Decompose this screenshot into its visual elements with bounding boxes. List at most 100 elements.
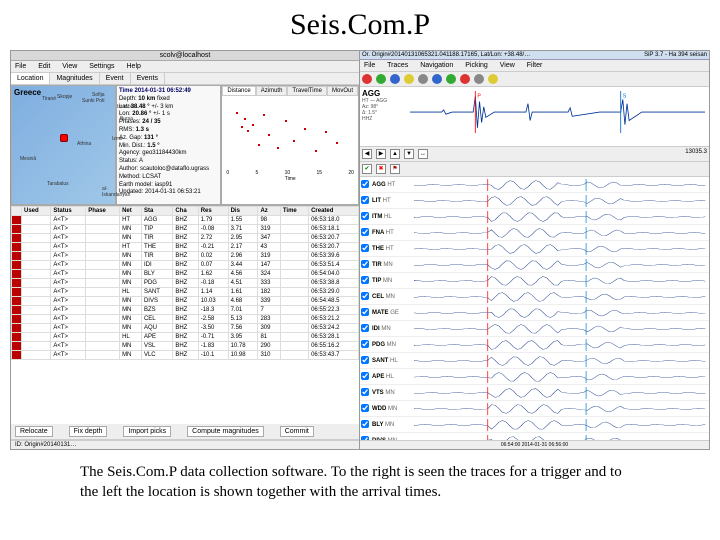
plot-tab-travel[interactable]: TravelTime (287, 86, 327, 96)
rmenu-file[interactable]: File (364, 62, 375, 69)
trace-row[interactable]: TIR MN (360, 257, 709, 273)
plot-tab-distance[interactable]: Distance (222, 86, 255, 96)
nav-next-icon[interactable]: ▶ (376, 149, 386, 159)
trace-row[interactable]: SANT HL (360, 353, 709, 369)
table-row[interactable]: A<T>MNVSLBHZ-1.8310.7829006:55:16.2 (12, 342, 359, 351)
fixdepth-button[interactable]: Fix depth (69, 426, 108, 437)
table-row[interactable]: A<T>MNTIRBHZ0.022.9631906:53:39.6 (12, 252, 359, 261)
trace-row[interactable]: PDG MN (360, 337, 709, 353)
trace-waveform[interactable] (414, 323, 709, 335)
row-selector[interactable] (12, 351, 22, 360)
row-selector[interactable] (12, 288, 22, 297)
flag-icon[interactable]: ⚑ (390, 164, 400, 174)
trace-waveform[interactable] (414, 179, 709, 191)
tab-location[interactable]: Location (11, 73, 50, 84)
epicenter-marker[interactable] (60, 134, 68, 142)
table-row[interactable]: A<T>MNDIVSBHZ10.034.6833906:54:48.5 (12, 297, 359, 306)
row-selector[interactable] (12, 252, 22, 261)
row-selector[interactable] (12, 324, 22, 333)
nav-down-icon[interactable]: ▼ (404, 149, 414, 159)
table-row[interactable]: A<T>HTTHEBHZ-0.212.174306:53:20.7 (12, 243, 359, 252)
row-selector[interactable] (12, 333, 22, 342)
trace-waveform[interactable] (414, 371, 709, 383)
row-selector[interactable] (12, 315, 22, 324)
trace-waveform[interactable] (414, 307, 709, 319)
arrivals-table[interactable]: UsedStatusPhaseNetStaChaResDisAzTimeCrea… (11, 206, 359, 360)
tab-event[interactable]: Event (100, 73, 131, 84)
nav-up-icon[interactable]: ▲ (390, 149, 400, 159)
table-row[interactable]: A<T>MNIDIBHZ0.073.4414706:53:51.4 (12, 261, 359, 270)
table-header[interactable] (12, 207, 22, 216)
trace-checkbox[interactable] (360, 308, 370, 318)
trace-waveform[interactable] (414, 211, 709, 223)
trace-waveform[interactable] (414, 419, 709, 431)
trace-row[interactable]: LIT HT (360, 193, 709, 209)
trace-waveform[interactable] (414, 339, 709, 351)
relocate-button[interactable]: Relocate (15, 426, 53, 437)
trace-waveform[interactable] (414, 259, 709, 271)
map-view[interactable]: Greece TiranëSunki PotiSkopjeSofijaIstan… (11, 85, 116, 205)
table-header[interactable]: Res (198, 207, 228, 216)
trace-row[interactable]: AGG HT (360, 177, 709, 193)
tool-icon[interactable] (418, 74, 428, 84)
menu-settings[interactable]: Settings (89, 63, 114, 70)
table-row[interactable]: A<T>MNCELBHZ-2.585.1328306:53:21.2 (12, 315, 359, 324)
row-selector[interactable] (12, 297, 22, 306)
trace-checkbox[interactable] (360, 420, 370, 430)
trace-checkbox[interactable] (360, 260, 370, 270)
trace-waveform[interactable] (414, 291, 709, 303)
tool-icon[interactable] (474, 74, 484, 84)
row-selector[interactable] (12, 306, 22, 315)
table-header[interactable]: Created (309, 207, 359, 216)
menu-help[interactable]: Help (127, 63, 141, 70)
trace-row[interactable]: VTS MN (360, 385, 709, 401)
trace-checkbox[interactable] (360, 180, 370, 190)
plot-tab-moveout[interactable]: MovOut (327, 86, 358, 96)
tool-icon[interactable] (446, 74, 456, 84)
trace-list[interactable]: AGG HTLIT HTITM HLFNA HTTHE HTTIR MNTIP … (360, 177, 709, 440)
table-header[interactable]: Used (22, 207, 51, 216)
trace-waveform[interactable] (414, 195, 709, 207)
menu-view[interactable]: View (62, 63, 77, 70)
table-header[interactable]: Az (258, 207, 280, 216)
trace-checkbox[interactable] (360, 244, 370, 254)
commit-button[interactable]: Commit (280, 426, 314, 437)
table-header[interactable]: Time (280, 207, 308, 216)
trace-checkbox[interactable] (360, 356, 370, 366)
nav-prev-icon[interactable]: ◀ (362, 149, 372, 159)
trace-checkbox[interactable] (360, 324, 370, 334)
tool-icon[interactable] (362, 74, 372, 84)
tool-icon[interactable] (404, 74, 414, 84)
tool-icon[interactable] (460, 74, 470, 84)
row-selector[interactable] (12, 216, 22, 225)
table-header[interactable]: Sta (141, 207, 172, 216)
rmenu-traces[interactable]: Traces (387, 62, 408, 69)
trace-row[interactable]: IDI MN (360, 321, 709, 337)
table-row[interactable]: A<T>MNTIRBHZ2.722.9534706:53:20.7 (12, 234, 359, 243)
computemag-button[interactable]: Compute magnitudes (187, 426, 264, 437)
trace-checkbox[interactable] (360, 292, 370, 302)
trace-checkbox[interactable] (360, 388, 370, 398)
trace-checkbox[interactable] (360, 276, 370, 286)
row-selector[interactable] (12, 225, 22, 234)
table-row[interactable]: A<T>MNBZSBHZ-18.37.01706:55:22.3 (12, 306, 359, 315)
row-selector[interactable] (12, 279, 22, 288)
table-header[interactable]: Status (51, 207, 86, 216)
trace-checkbox[interactable] (360, 196, 370, 206)
trace-row[interactable]: DIVS MN (360, 433, 709, 440)
trace-checkbox[interactable] (360, 404, 370, 414)
table-row[interactable]: A<T>MNPDGBHZ-0.184.5133306:53:38.8 (12, 279, 359, 288)
row-selector[interactable] (12, 261, 22, 270)
tool-icon[interactable] (390, 74, 400, 84)
table-row[interactable]: A<T>HLAPEBHZ-0.713.958106:53:28.1 (12, 333, 359, 342)
trace-row[interactable]: TIP MN (360, 273, 709, 289)
tab-magnitudes[interactable]: Magnitudes (50, 73, 99, 84)
trace-checkbox[interactable] (360, 212, 370, 222)
table-row[interactable]: A<T>MNBLYBHZ1.624.5632406:54:04.0 (12, 270, 359, 279)
rmenu-view[interactable]: View (500, 62, 515, 69)
row-selector[interactable] (12, 243, 22, 252)
table-header[interactable]: Cha (173, 207, 198, 216)
plot-tab-azimuth[interactable]: Azimuth (256, 86, 288, 96)
row-selector[interactable] (12, 234, 22, 243)
trace-checkbox[interactable] (360, 228, 370, 238)
